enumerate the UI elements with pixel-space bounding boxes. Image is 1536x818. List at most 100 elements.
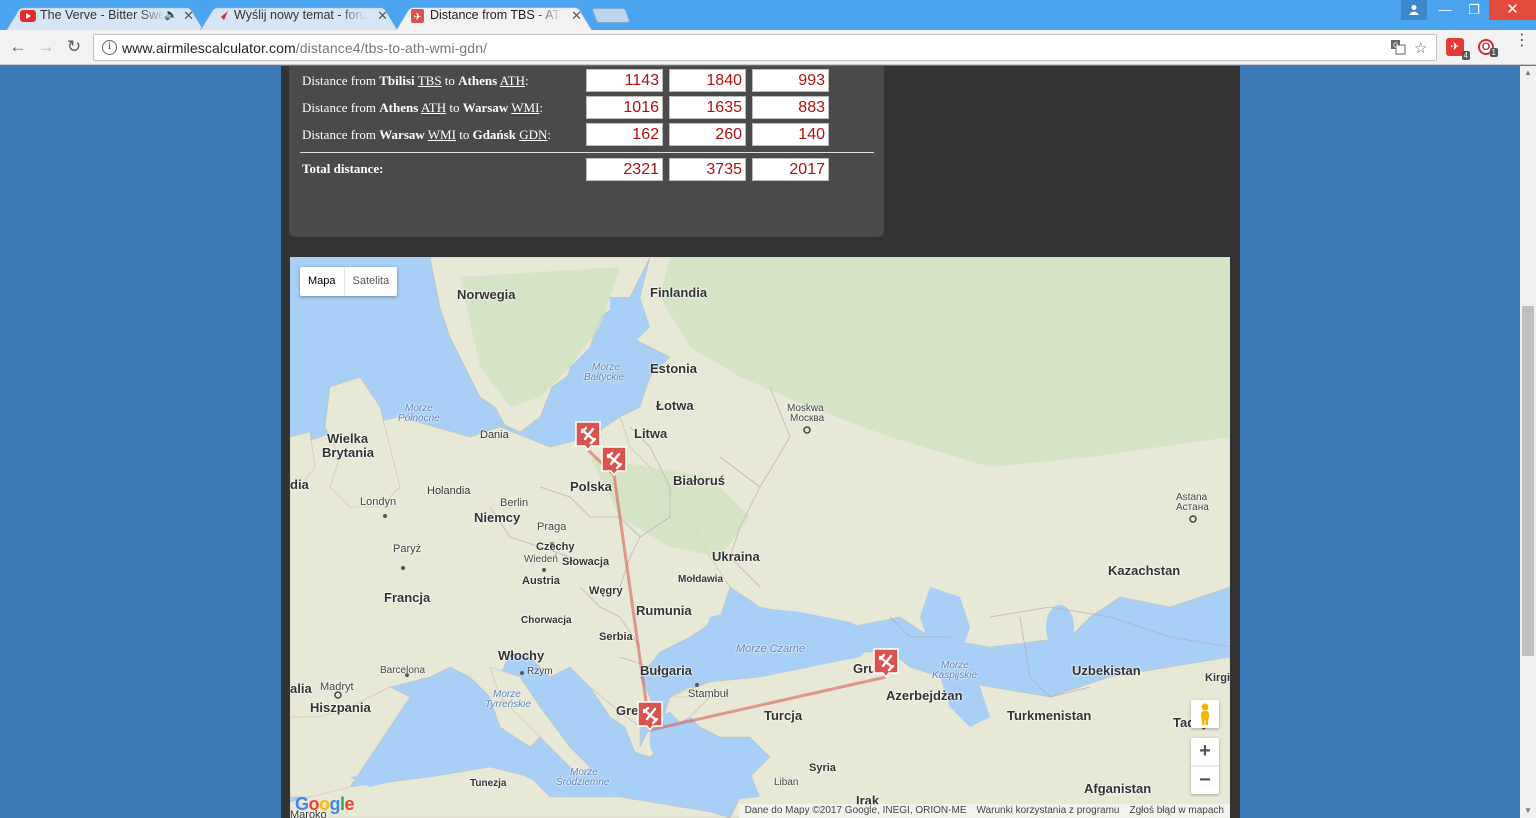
map-label-syria: Syria — [809, 762, 836, 774]
total-km-value: 3735 — [669, 158, 746, 181]
map-label-azerbejdzan: Azerbejdżan — [886, 688, 963, 703]
from-code-link[interactable]: ATH — [421, 100, 446, 115]
map-label-paryz: Paryż — [393, 543, 422, 555]
athens-marker airport-marker-icon[interactable] — [636, 700, 664, 732]
map-label-rumunia: Rumunia — [636, 603, 692, 618]
scroll-up-arrow[interactable]: ▲ — [1524, 68, 1532, 77]
terms-link[interactable]: Warunki korzystania z programu — [976, 805, 1119, 816]
route-map[interactable]: Norwegia Finlandia Estonia Morze Bałtyckie Ło… — [290, 257, 1230, 818]
map-label-londyn: Londyn — [360, 496, 397, 508]
map-canvas — [290, 257, 1230, 818]
scroll-down-arrow[interactable]: ▼ — [1524, 806, 1532, 815]
map-label-berlin: Berlin — [500, 497, 529, 509]
map-label-hiszpania: Hiszpania — [310, 700, 371, 715]
to-code-link[interactable]: WMI — [511, 100, 539, 115]
map-label-moldawia: Mołdawia — [678, 574, 724, 585]
map-label-turcja: Turcja — [764, 708, 803, 723]
reload-button[interactable]: ↻ — [63, 37, 85, 59]
map-label-rzym: Rzym — [527, 666, 553, 677]
star-icon[interactable]: ☆ — [1414, 39, 1427, 57]
new-tab-button[interactable] — [591, 8, 631, 23]
map-label-wieden: Wiedeń — [524, 554, 558, 565]
map-type-satellite-button[interactable]: Satelita — [345, 267, 398, 296]
km-value: 1635 — [669, 96, 746, 119]
to-city: Athens — [458, 73, 498, 88]
profile-icon[interactable] — [1401, 0, 1427, 20]
forward-button[interactable]: → — [35, 37, 57, 59]
map-label-alia: alia — [290, 681, 312, 696]
map-data-credit: Dane do Mapy ©2017 Google, INEGI, ORION-… — [744, 805, 967, 816]
youtube-icon — [20, 10, 36, 22]
tab-youtube[interactable]: The Verve - Bitter Swe 🔈 ✕ — [6, 3, 204, 30]
map-label-madryt: Madryt — [320, 681, 354, 693]
map-label-francja: Francja — [384, 590, 431, 605]
map-label-ukraina: Ukraina — [712, 549, 760, 564]
aral-sea — [1046, 605, 1074, 649]
back-button[interactable]: ← — [7, 37, 29, 59]
total-label: Total distance: — [302, 161, 384, 176]
restore-button[interactable]: ❐ — [1459, 0, 1489, 20]
info-icon[interactable]: i — [102, 40, 117, 55]
speaker-icon[interactable]: 🔈 — [164, 3, 178, 28]
map-label-kazachstan: Kazachstan — [1108, 563, 1181, 578]
map-label-afganistan: Afganistan — [1084, 781, 1152, 796]
zoom-in-button[interactable]: + — [1191, 738, 1219, 766]
map-label-praga: Praga — [537, 521, 567, 533]
tab-title: The Verve - Bitter Swe — [40, 8, 166, 22]
close-icon[interactable]: ✕ — [377, 3, 388, 28]
miles-value: 162 — [586, 123, 663, 146]
map-label-dania: Dania — [480, 429, 509, 441]
url-path: /distance4/tbs-to-ath-wmi-gdn/ — [295, 40, 488, 56]
label-prefix: Distance from — [302, 127, 380, 142]
to-code-link[interactable]: GDN — [519, 127, 547, 142]
map-label-wegry: Węgry — [589, 585, 623, 597]
tab-forum[interactable]: Wyślij nowy temat - foru ✕ — [200, 3, 398, 30]
map-type-map-button[interactable]: Mapa — [300, 267, 345, 296]
map-label-barcelona: Barcelona — [380, 665, 426, 676]
close-icon[interactable]: ✕ — [183, 3, 194, 28]
plane-icon — [216, 11, 228, 21]
tab-distance[interactable]: ✈ Distance from TBS - ATH ✕ — [396, 3, 592, 30]
url-text[interactable]: www.airmilescalculator.com/distance4/tbs… — [122, 40, 487, 56]
map-label-lotwa: Łotwa — [656, 398, 694, 413]
pegman-icon[interactable] — [1191, 700, 1219, 728]
map-attribution: Dane do Mapy ©2017 Google, INEGI, ORION-… — [738, 804, 1230, 818]
km-value: 260 — [669, 123, 746, 146]
svg-text:G: G — [1393, 42, 1398, 50]
map-label-turkmenistan: Turkmenistan — [1007, 708, 1092, 723]
map-label-litwa: Litwa — [634, 426, 668, 441]
translate-icon[interactable]: G — [1390, 39, 1406, 59]
tab-title: Wyślij nowy temat - foru — [234, 8, 366, 22]
warsaw-marker airport-marker-icon[interactable] — [600, 445, 628, 477]
address-bar[interactable]: i www.airmilescalculator.com/distance4/t… — [93, 34, 1437, 61]
miles-value: 1016 — [586, 96, 663, 119]
map-label-norwegia: Norwegia — [457, 287, 516, 302]
close-icon[interactable]: ✕ — [571, 3, 582, 28]
extension-red-icon[interactable]: ✈ 4 — [1446, 38, 1470, 60]
miles-value: 1143 — [586, 69, 663, 92]
tbilisi-marker airport-marker-icon[interactable] — [872, 647, 900, 679]
to-city: Warsaw — [462, 100, 509, 115]
zoom-out-button[interactable]: − — [1191, 766, 1219, 794]
minimize-button[interactable]: — — [1430, 0, 1460, 20]
window-close-button[interactable]: ✕ — [1489, 0, 1536, 20]
menu-icon[interactable]: ⋮ — [1514, 33, 1530, 49]
map-label-tunezja: Tunezja — [470, 778, 507, 789]
map-label-astana-2: Астана — [1176, 502, 1209, 513]
gdansk-marker airport-marker-icon[interactable] — [574, 420, 602, 452]
from-code-link[interactable]: TBS — [418, 73, 442, 88]
label-prefix: Distance from — [302, 73, 380, 88]
map-label-wielka-2: Brytania — [322, 445, 375, 460]
from-code-link[interactable]: WMI — [428, 127, 456, 142]
airmiles-icon: ✈ — [411, 9, 424, 23]
svg-text:✈: ✈ — [413, 12, 421, 23]
scrollbar-thumb[interactable] — [1522, 306, 1534, 656]
report-error-link[interactable]: Zgłoś błąd w mapach — [1130, 805, 1225, 816]
opera-icon[interactable]: O1 — [1478, 39, 1498, 57]
map-label-moskwa-2: Москва — [790, 413, 825, 424]
nm-value: 993 — [752, 69, 829, 92]
map-label-wielka-1: Wielka — [327, 431, 369, 446]
map-label-polska: Polska — [570, 479, 612, 494]
to-code-link[interactable]: ATH — [500, 73, 525, 88]
km-value: 1840 — [669, 69, 746, 92]
